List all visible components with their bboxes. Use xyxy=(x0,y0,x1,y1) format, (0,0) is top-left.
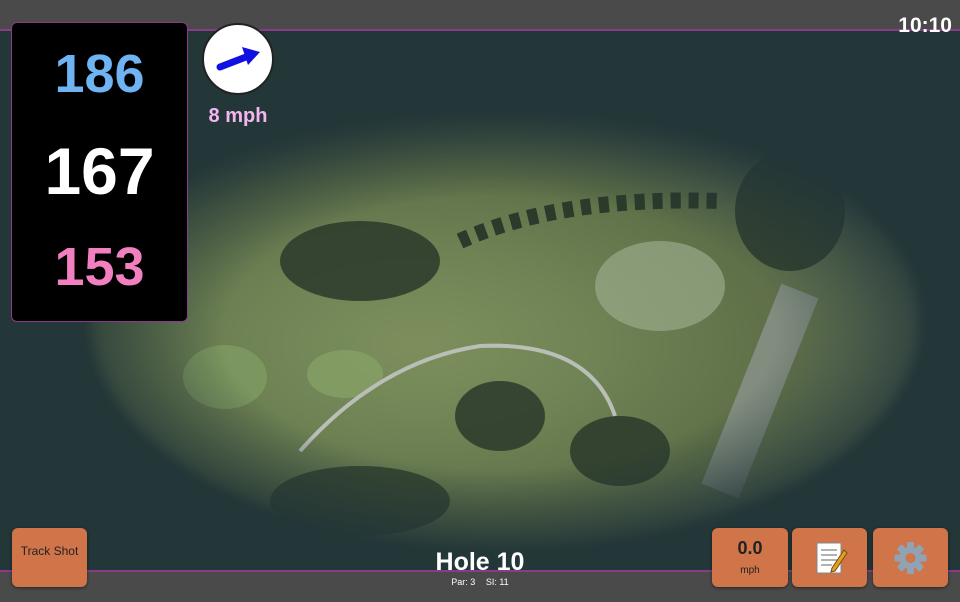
wind-speed: 8 mph xyxy=(208,105,268,127)
notepad-icon xyxy=(816,542,848,574)
hole-info: Par: 3 SI: 11 xyxy=(380,577,580,587)
speed-value: 0.0 xyxy=(737,538,763,558)
distance-middle: 167 xyxy=(44,134,155,208)
speed-button[interactable]: 0.0 mph xyxy=(712,528,788,587)
track-shot-button[interactable]: Track Shot xyxy=(12,528,87,587)
wind-direction-arrow-icon xyxy=(216,47,260,71)
hole-par: Par: 3 xyxy=(451,577,476,587)
distance-front: 153 xyxy=(54,237,145,297)
notes-button[interactable] xyxy=(792,528,867,587)
speed-unit: mph xyxy=(740,565,760,576)
gear-icon xyxy=(894,542,927,574)
distance-back: 186 xyxy=(54,44,145,104)
wind-indicator xyxy=(202,23,274,95)
hole-stroke-index: SI: 11 xyxy=(485,577,509,587)
settings-button[interactable] xyxy=(873,528,948,587)
clock: 10:10 xyxy=(898,14,952,37)
hole-title: Hole 10 xyxy=(435,548,525,576)
distance-panel: 186 167 153 xyxy=(11,22,188,322)
